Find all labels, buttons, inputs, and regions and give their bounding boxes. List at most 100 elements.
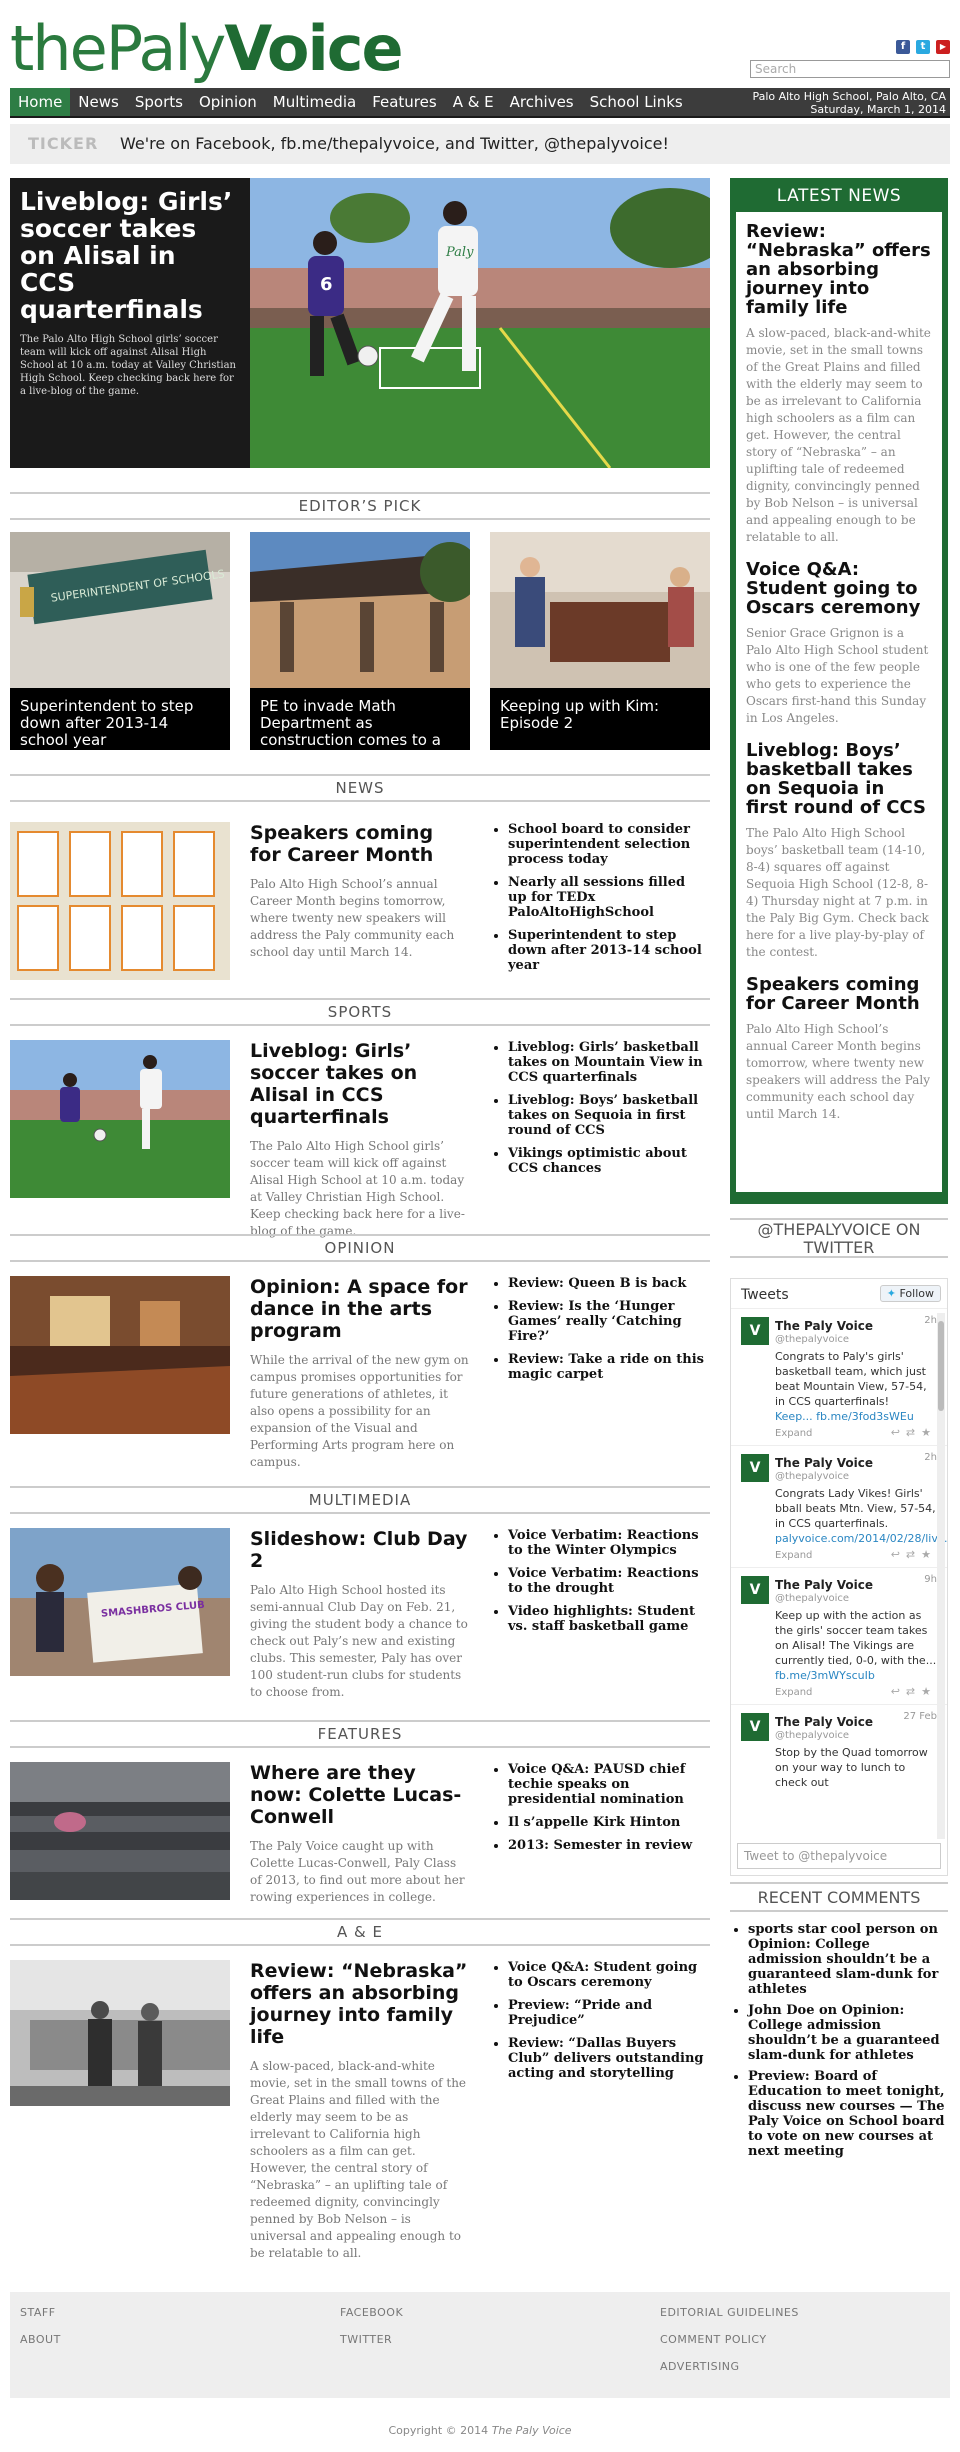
- footer-link-about[interactable]: ABOUT: [20, 2333, 320, 2347]
- tweet[interactable]: V The Paly Voice @thepalyvoice 27 Feb St…: [731, 1705, 947, 1796]
- tweet-link[interactable]: palyvoice.com/2014/02/28/liv...: [775, 1531, 947, 1546]
- story-link[interactable]: Voice Verbatim: Reactions to the drought: [508, 1566, 705, 1596]
- story-title[interactable]: Liveblog: Girls’ soccer takes on Alisal …: [250, 1040, 470, 1128]
- story-link[interactable]: Il s’appelle Kirk Hinton: [508, 1815, 705, 1830]
- editors-pick-item[interactable]: PE to invade Math Department as construc…: [250, 532, 470, 750]
- news-photo-career-month[interactable]: [10, 822, 230, 980]
- footer-link-comment-policy[interactable]: COMMENT POLICY: [660, 2333, 960, 2347]
- nav-item-school-links[interactable]: School Links: [582, 88, 691, 116]
- latest-news-title[interactable]: Speakers coming for Career Month: [746, 975, 932, 1013]
- story-link[interactable]: Voice Verbatim: Reactions to the Winter …: [508, 1528, 705, 1558]
- story-link[interactable]: Preview: “Pride and Prejudice”: [508, 1998, 705, 2028]
- tweet-handle[interactable]: @thepalyvoice: [775, 1593, 937, 1604]
- avatar[interactable]: V: [741, 1576, 769, 1604]
- story-link[interactable]: Review: Queen B is back: [508, 1276, 705, 1291]
- story-link[interactable]: Superintendent to step down after 2013-1…: [508, 928, 705, 973]
- nav-item-archives[interactable]: Archives: [502, 88, 582, 116]
- tweet[interactable]: V The Paly Voice @thepalyvoice 2h Congra…: [731, 1446, 947, 1568]
- tweet[interactable]: V The Paly Voice @thepalyvoice 2h Congra…: [731, 1309, 947, 1446]
- tweet-author[interactable]: The Paly Voice: [775, 1578, 873, 1592]
- features-photo-rowing[interactable]: [10, 1762, 230, 1900]
- nav-item-news[interactable]: News: [70, 88, 127, 116]
- comment-item[interactable]: Preview: Board of Education to meet toni…: [748, 2069, 948, 2159]
- footer-link-editorial-guidelines[interactable]: EDITORIAL GUIDELINES: [660, 2306, 960, 2320]
- tweet-time[interactable]: 9h: [924, 1574, 937, 1585]
- tweet[interactable]: V The Paly Voice @thepalyvoice 9h Keep u…: [731, 1568, 947, 1705]
- scrollbar-thumb[interactable]: [938, 1321, 944, 1411]
- story-link[interactable]: Nearly all sessions filled up for TEDx P…: [508, 875, 705, 920]
- facebook-icon[interactable]: f: [896, 40, 910, 54]
- story-title[interactable]: Opinion: A space for dance in the arts p…: [250, 1276, 470, 1342]
- tweet-link[interactable]: fb.me/3mWYscuIb: [775, 1668, 937, 1683]
- avatar[interactable]: V: [741, 1713, 769, 1741]
- story-link[interactable]: Video highlights: Student vs. staff bask…: [508, 1604, 705, 1634]
- ticker-text[interactable]: We're on Facebook, fb.me/thepalyvoice, a…: [120, 134, 669, 153]
- editors-pick-item[interactable]: Keeping up with Kim: Episode 2: [490, 532, 710, 750]
- tweet-scrollbar[interactable]: [937, 1313, 945, 1839]
- story-title[interactable]: Slideshow: Club Day 2: [250, 1528, 470, 1572]
- tweet-compose-input[interactable]: Tweet to @thepalyvoice: [737, 1843, 941, 1869]
- search-input[interactable]: Search: [750, 60, 950, 78]
- follow-button[interactable]: ✦ Follow: [879, 1285, 941, 1302]
- nav-item-opinion[interactable]: Opinion: [191, 88, 265, 116]
- avatar[interactable]: V: [741, 1317, 769, 1345]
- footer-link-advertising[interactable]: ADVERTISING: [660, 2360, 960, 2374]
- nav-item-multimedia[interactable]: Multimedia: [265, 88, 364, 116]
- story-title[interactable]: Review: “Nebraska” offers an absorbing j…: [250, 1960, 470, 2048]
- favorite-icon[interactable]: ★: [921, 1685, 937, 1698]
- nav-item-ae[interactable]: A & E: [445, 88, 502, 116]
- nav-item-home[interactable]: Home: [10, 88, 71, 116]
- tweet-handle[interactable]: @thepalyvoice: [775, 1471, 937, 1482]
- nav-item-features[interactable]: Features: [364, 88, 445, 116]
- footer-link-twitter[interactable]: TWITTER: [340, 2333, 640, 2347]
- retweet-icon[interactable]: ⇄: [906, 1426, 921, 1439]
- story-link[interactable]: Review: Is the ‘Hunger Games’ really ‘Ca…: [508, 1299, 705, 1344]
- latest-news-title[interactable]: Voice Q&A: Student going to Oscars cerem…: [746, 560, 932, 617]
- footer-link-facebook[interactable]: FACEBOOK: [340, 2306, 640, 2320]
- reply-icon[interactable]: ↩: [891, 1685, 906, 1698]
- tweet-handle[interactable]: @thepalyvoice: [775, 1334, 937, 1345]
- favorite-icon[interactable]: ★: [921, 1426, 937, 1439]
- twitter-icon[interactable]: t: [916, 40, 930, 54]
- avatar[interactable]: V: [741, 1454, 769, 1482]
- pick-caption[interactable]: Keeping up with Kim: Episode 2: [490, 688, 710, 750]
- hero-title[interactable]: Liveblog: Girls’ soccer takes on Alisal …: [20, 188, 238, 323]
- sports-photo-soccer[interactable]: [10, 1040, 230, 1198]
- story-link[interactable]: Vikings optimistic about CCS chances: [508, 1146, 705, 1176]
- footer-link-staff[interactable]: STAFF: [20, 2306, 320, 2320]
- opinion-photo-dance-room[interactable]: [10, 1276, 230, 1434]
- comment-item[interactable]: John Doe on Opinion: College admission s…: [748, 2003, 948, 2063]
- favorite-icon[interactable]: ★: [921, 1548, 937, 1561]
- reply-icon[interactable]: ↩: [891, 1426, 906, 1439]
- nav-item-sports[interactable]: Sports: [127, 88, 191, 116]
- latest-news-title[interactable]: Review: “Nebraska” offers an absorbing j…: [746, 222, 932, 317]
- comment-item[interactable]: sports star cool person on Opinion: Coll…: [748, 1922, 948, 1997]
- story-link[interactable]: Review: Take a ride on this magic carpet: [508, 1352, 705, 1382]
- multimedia-photo-club-day[interactable]: SMASHBROS CLUB: [10, 1528, 230, 1676]
- editors-pick-item[interactable]: SUPERINTENDENT OF SCHOOLS Superintendent…: [10, 532, 230, 750]
- ae-photo-nebraska[interactable]: [10, 1960, 230, 2106]
- story-link[interactable]: Voice Q&A: Student going to Oscars cerem…: [508, 1960, 705, 1990]
- tweet-author[interactable]: The Paly Voice: [775, 1456, 873, 1470]
- retweet-icon[interactable]: ⇄: [906, 1548, 921, 1561]
- site-logo[interactable]: thePalyVoice: [10, 14, 404, 84]
- tweet-author[interactable]: The Paly Voice: [775, 1715, 873, 1729]
- tweet-time[interactable]: 27 Feb: [903, 1711, 937, 1722]
- tweet-time[interactable]: 2h: [924, 1452, 937, 1463]
- hero-photo-soccer[interactable]: 6 Paly: [250, 178, 710, 468]
- youtube-icon[interactable]: ▶: [936, 40, 950, 54]
- story-link[interactable]: Review: “Dallas Buyers Club” delivers ou…: [508, 2036, 705, 2081]
- story-link[interactable]: Voice Q&A: PAUSD chief techie speaks on …: [508, 1762, 705, 1807]
- story-link[interactable]: Liveblog: Boys’ basketball takes on Sequ…: [508, 1093, 705, 1138]
- hero-story[interactable]: Liveblog: Girls’ soccer takes on Alisal …: [10, 178, 710, 468]
- tweet-time[interactable]: 2h: [924, 1315, 937, 1326]
- story-link[interactable]: 2013: Semester in review: [508, 1838, 705, 1853]
- pick-caption[interactable]: PE to invade Math Department as construc…: [250, 688, 470, 750]
- retweet-icon[interactable]: ⇄: [906, 1685, 921, 1698]
- pick-caption[interactable]: Superintendent to step down after 2013-1…: [10, 688, 230, 750]
- reply-icon[interactable]: ↩: [891, 1548, 906, 1561]
- story-link[interactable]: Liveblog: Girls’ basketball takes on Mou…: [508, 1040, 705, 1085]
- latest-news-title[interactable]: Liveblog: Boys’ basketball takes on Sequ…: [746, 741, 932, 817]
- story-link[interactable]: School board to consider superintendent …: [508, 822, 705, 867]
- tweet-author[interactable]: The Paly Voice: [775, 1319, 873, 1333]
